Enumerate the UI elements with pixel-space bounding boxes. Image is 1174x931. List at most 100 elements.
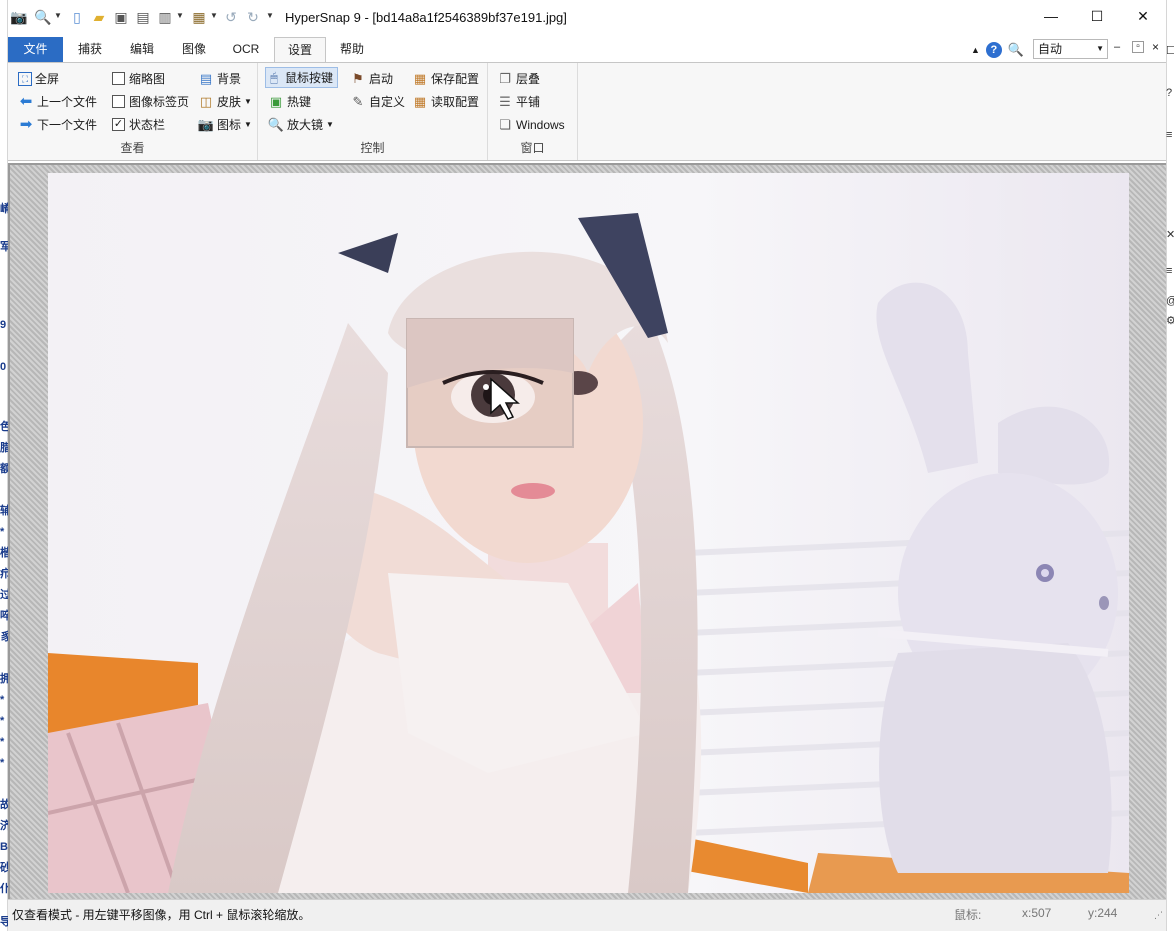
checkbox-box [112,72,125,85]
pen-icon: ✎ [352,93,364,109]
fullscreen-icon: ⛶ [18,71,32,86]
cascade-label: 层叠 [516,72,541,86]
tile-button[interactable]: ☰ 平铺 [497,91,540,112]
desktop-glyph: ☐ [1166,45,1174,57]
hotkeys-label: 热键 [287,95,312,109]
camera-icon[interactable]: 📷 [10,8,28,26]
mdi-close-button[interactable]: × [1152,40,1159,54]
status-bar-label: 状态栏 [129,118,166,132]
startup-button[interactable]: ⚑ 启动 [350,68,393,89]
save-config-button[interactable]: ▦ 保存配置 [412,68,479,89]
next-file-button[interactable]: ➡ 下一个文件 [18,114,97,135]
cascade-button[interactable]: ❐ 层叠 [497,68,540,89]
open-folder-icon[interactable]: ▰ [90,8,108,26]
search-icon[interactable]: 🔍 [1008,42,1024,58]
load-config-label: 读取配置 [431,95,480,109]
tab-settings[interactable]: 设置 [274,37,326,63]
mdi-minimize-button[interactable]: – [1114,41,1120,53]
save-icon[interactable]: ▣ [112,8,130,26]
chevron-down-icon: ▼ [1096,44,1104,53]
save-config-label: 保存配置 [431,72,480,86]
photo-image [48,173,1129,893]
thumbnail-label: 缩略图 [129,72,166,86]
window-title: HyperSnap 9 - [bd14a8a1f2546389bf37e191.… [285,10,567,25]
paste-icon[interactable]: ▦ [190,8,208,26]
checkmark-icon: ✓ [112,118,125,131]
thumbnail-checkbox[interactable]: 缩略图 [112,68,165,89]
mdi-restore-button[interactable]: ▫ [1132,41,1144,53]
control-group-label: 控制 [360,141,385,155]
status-bar-checkbox[interactable]: ✓ 状态栏 [112,114,165,135]
arrow-left-icon: ⬅ [19,92,33,110]
close-button[interactable]: ✕ [1120,0,1166,32]
desktop-glyph: ≡ [1166,129,1173,141]
redo-icon[interactable]: ↻ [244,8,262,26]
tab-capture[interactable]: 捕获 [68,37,112,62]
window-group-label: 窗口 [520,141,545,155]
help-icon[interactable]: ? [985,42,1002,58]
magnifier-label: 放大镜 [287,118,324,132]
status-message: 仅查看模式 - 用左键平移图像，用 Ctrl + 鼠标滚轮缩放。 [12,908,311,922]
load-config-button[interactable]: ▦ 读取配置 [412,91,479,112]
resize-grip-icon[interactable]: ⋰ [1154,910,1163,921]
tab-image[interactable]: 图像 [172,37,216,62]
chevron-down-icon: ▼ [244,120,252,129]
chevron-down-icon[interactable]: ▼ [54,11,62,21]
customize-label: 自定义 [369,95,406,109]
icons-label: 图标 [217,118,242,132]
tile-icon: ☰ [499,93,511,109]
icons-button[interactable]: 📷 图标 ▼ [198,114,252,135]
image-viewport[interactable] [8,163,1166,899]
customize-button[interactable]: ✎ 自定义 [350,91,405,112]
skin-icon: ◫ [199,93,213,109]
mouse-label: 鼠标: [954,908,982,922]
startup-icon: ⚑ [352,70,364,86]
mouse-x: x:507 [1022,906,1052,920]
ribbon-right-controls: ▲ ? 🔍 [971,40,1024,60]
save-config-icon: ▦ [413,70,427,86]
tab-help[interactable]: 帮助 [330,37,374,62]
collapse-ribbon-icon[interactable]: ▲ [971,45,980,55]
new-doc-icon[interactable]: ▯ [68,8,86,26]
desktop-glyph: @ [1166,294,1174,308]
prev-file-button[interactable]: ⬅ 上一个文件 [18,91,97,112]
customize-icon[interactable]: ▼ [266,11,274,21]
scan-icon[interactable]: ▥ [156,8,174,26]
hotkeys-button[interactable]: ▣ 热键 [268,91,311,112]
background-icon: ▤ [199,70,213,86]
view-group: ⛶ 全屏 ⬅ 上一个文件 ➡ 下一个文件 缩略图 图像标签页 ✓ 状态栏 ▤ 背… [8,63,258,160]
windows-button[interactable]: ❏ Windows [497,114,565,135]
minimize-button[interactable]: — [1028,0,1074,32]
tab-file[interactable]: 文件 [8,37,63,62]
mouse-buttons-button[interactable]: 🖱 鼠标按键 [265,67,339,88]
prev-file-label: 上一个文件 [37,95,98,109]
hypersnap-window: 📷 🔍 ▼ ▯ ▰ ▣ ▤ ▥ ▼ ▦ ▼ ↺ ↻ ▼ HyperSnap 9 … [8,0,1166,931]
image-tabs-checkbox[interactable]: 图像标签页 [112,91,189,112]
startup-label: 启动 [369,72,394,86]
cascade-icon: ❐ [499,70,511,86]
undo-icon[interactable]: ↺ [222,8,240,26]
mouse-y: y:244 [1088,906,1118,920]
print-icon[interactable]: ▤ [134,8,152,26]
next-file-label: 下一个文件 [37,118,98,132]
windows-icon: ❏ [499,116,511,132]
tile-label: 平铺 [516,95,541,109]
zoom-icon[interactable]: 🔍 [34,8,52,26]
tab-ocr[interactable]: OCR [224,37,268,62]
mouse-icon: 🖱 [270,69,278,85]
maximize-button[interactable]: ☐ [1074,0,1120,32]
chevron-down-icon[interactable]: ▼ [176,11,184,21]
zoom-select[interactable]: 自动 ▼ [1033,39,1108,59]
window-group: ❐ 层叠 ☰ 平铺 ❏ Windows 窗口 [488,63,578,160]
view-group-label: 查看 [120,141,145,155]
ribbon-panel: ⛶ 全屏 ⬅ 上一个文件 ➡ 下一个文件 缩略图 图像标签页 ✓ 状态栏 ▤ 背… [8,62,1166,161]
fullscreen-label: 全屏 [35,72,60,86]
chevron-down-icon[interactable]: ▼ [210,11,218,21]
fullscreen-button[interactable]: ⛶ 全屏 [18,68,59,89]
skin-button[interactable]: ◫ 皮肤 ▼ [198,91,252,112]
magnifier-button[interactable]: 🔍 放大镜 ▼ [268,114,334,135]
tab-edit[interactable]: 编辑 [120,37,164,62]
background-button[interactable]: ▤ 背景 [198,68,241,89]
windows-label: Windows [516,117,565,132]
skin-label: 皮肤 [217,95,242,109]
